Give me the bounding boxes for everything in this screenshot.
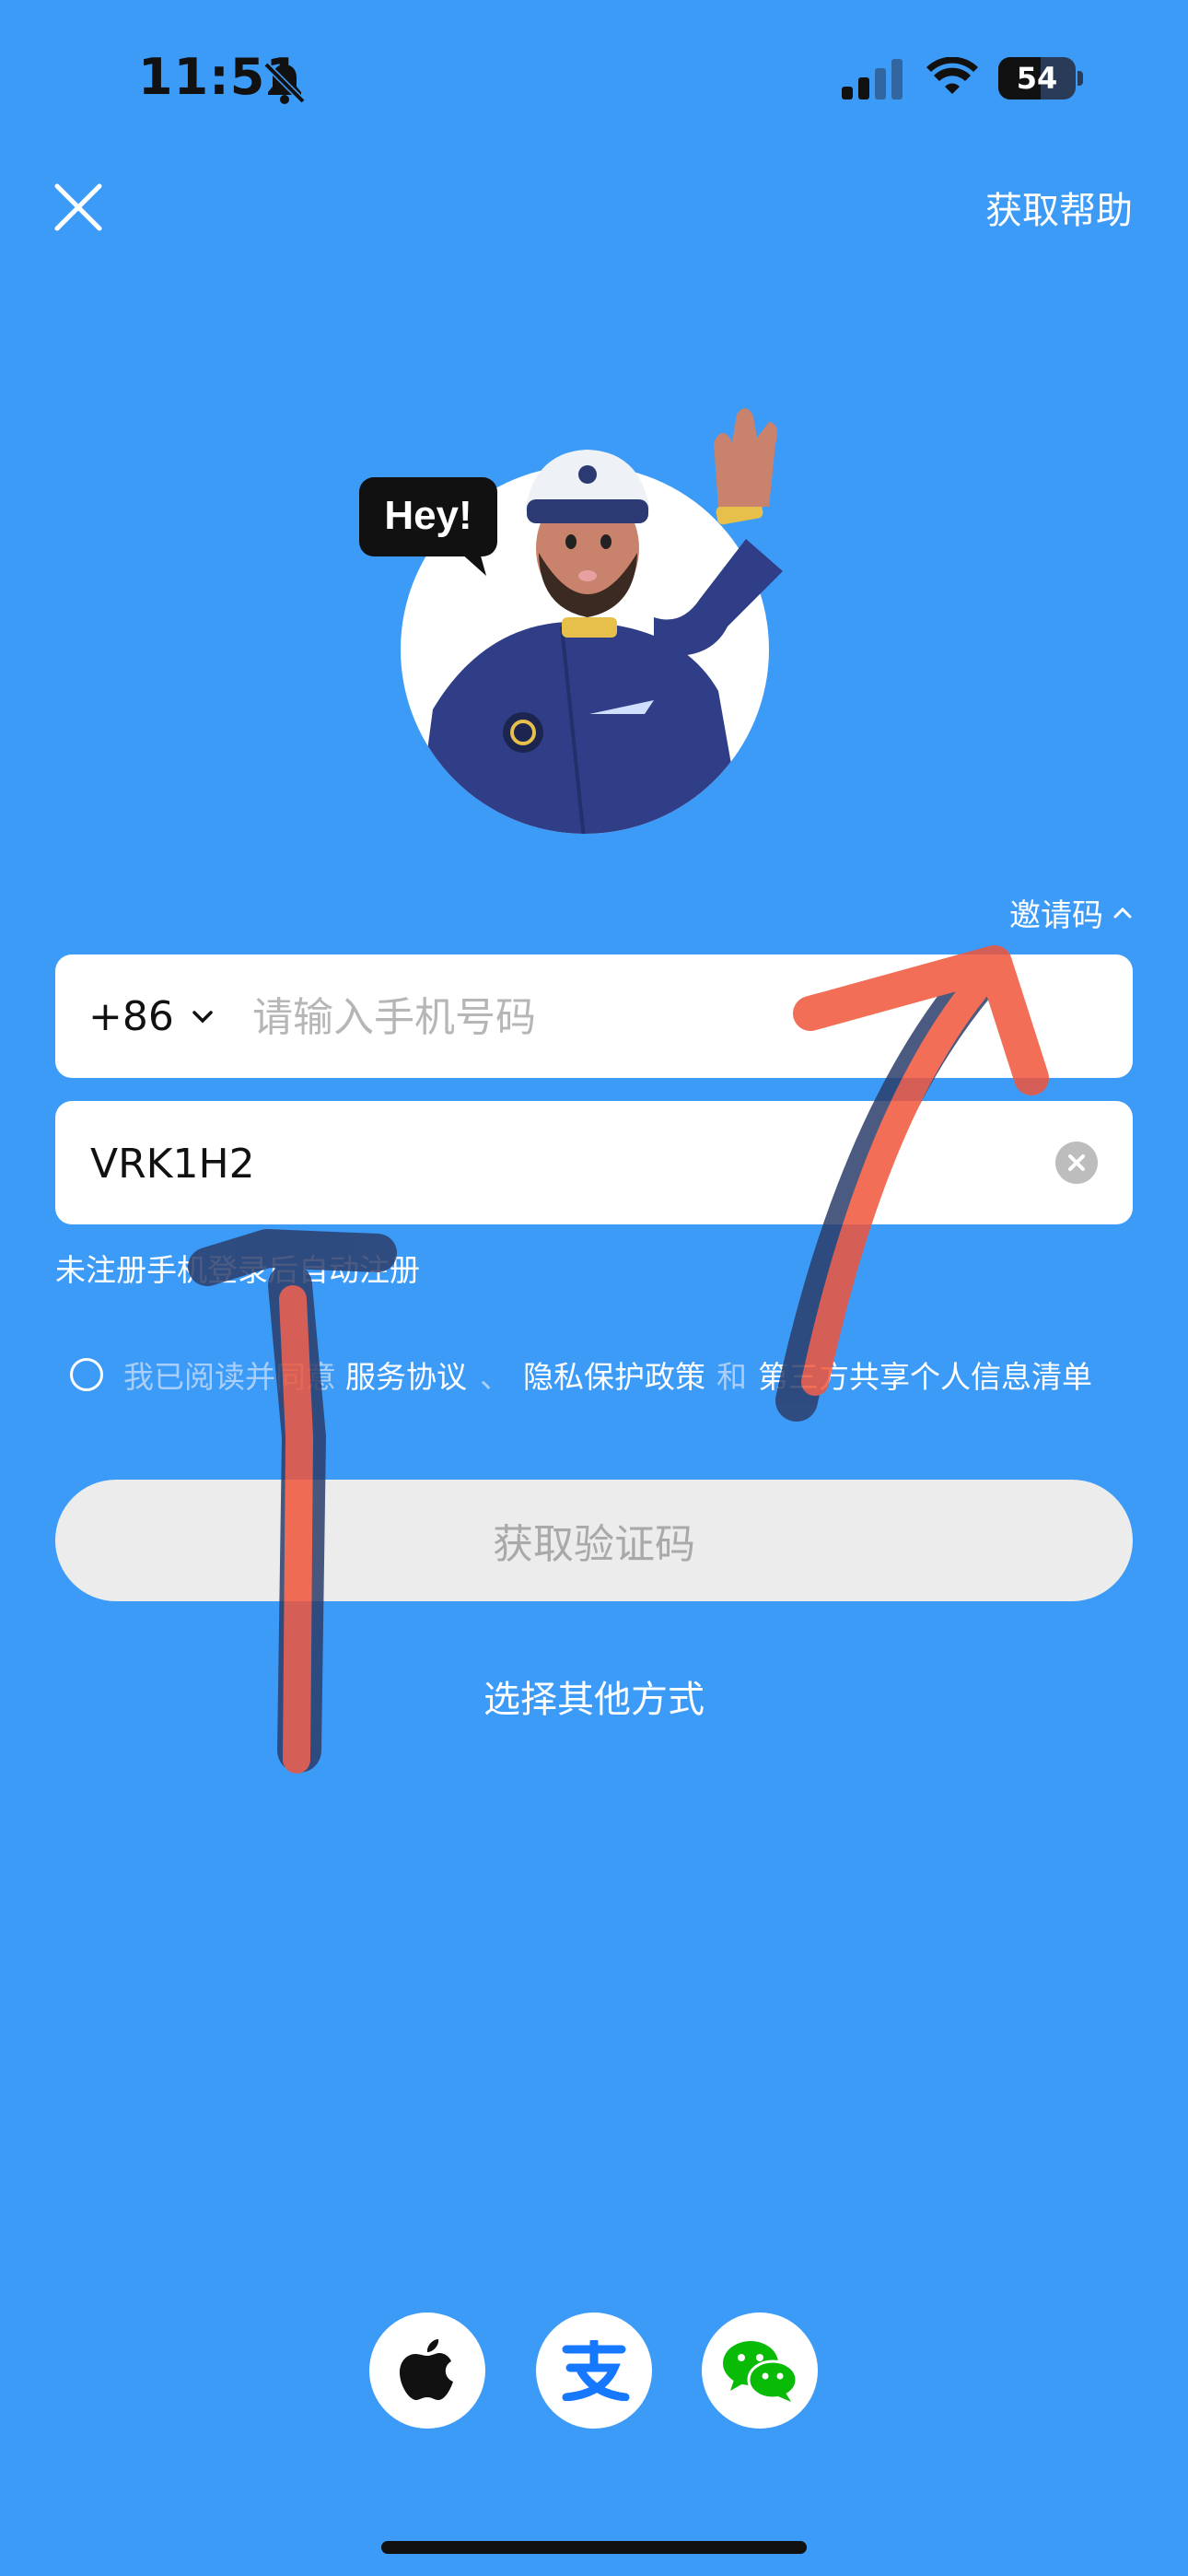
invite-code-label: 邀请码	[1009, 897, 1103, 934]
agreement-and: 和	[716, 1359, 747, 1395]
wifi-icon	[926, 57, 978, 94]
country-code-selector[interactable]: +86	[88, 954, 215, 1078]
alipay-icon	[562, 2340, 630, 2401]
privacy-policy-link[interactable]: 隐私保护政策	[523, 1352, 705, 1397]
invite-code-input[interactable]	[88, 1101, 1013, 1226]
cellular-signal-icon	[842, 59, 903, 100]
agreement-radio[interactable]	[70, 1358, 103, 1391]
hey-bubble-text: Hey!	[384, 493, 472, 538]
captain-avatar: Hey!	[359, 407, 783, 834]
alipay-login-button[interactable]	[536, 2313, 652, 2429]
agreement-separator: 、	[480, 1359, 510, 1395]
get-help-link[interactable]: 获取帮助	[985, 181, 1133, 234]
apple-icon	[400, 2339, 453, 2400]
wechat-icon	[723, 2341, 798, 2402]
get-code-button[interactable]: 获取验证码	[55, 1480, 1133, 1601]
chevron-down-icon	[192, 1011, 213, 1024]
bell-slash-icon	[263, 62, 306, 104]
auto-register-hint: 未注册手机登录后自动注册	[55, 1252, 420, 1288]
service-terms-link[interactable]: 服务协议	[345, 1352, 467, 1397]
phone-number-input[interactable]	[250, 954, 1083, 1080]
agreement-row: 我已阅读并同意 服务协议 、 隐私保护政策 和 第三方共享个人信息清单	[70, 1352, 1092, 1397]
wechat-login-button[interactable]	[702, 2313, 818, 2429]
battery-icon: 54	[998, 57, 1083, 100]
third-party-list-link[interactable]: 第三方共享个人信息清单	[758, 1352, 1092, 1397]
other-login-method-link[interactable]: 选择其他方式	[0, 1669, 1188, 1723]
clear-icon[interactable]	[1055, 1142, 1098, 1184]
invite-code-toggle[interactable]: 邀请码	[1009, 890, 1133, 935]
country-code: +86	[88, 992, 174, 1040]
phone-field: +86	[55, 954, 1133, 1080]
battery-level: 54	[1016, 61, 1058, 96]
agreement-prefix: 我已阅读并同意	[123, 1359, 336, 1395]
invite-code-field	[55, 1101, 1133, 1226]
close-icon[interactable]	[46, 175, 111, 240]
apple-login-button[interactable]	[369, 2313, 485, 2429]
home-indicator	[381, 2541, 807, 2554]
chevron-up-icon	[1113, 907, 1132, 918]
